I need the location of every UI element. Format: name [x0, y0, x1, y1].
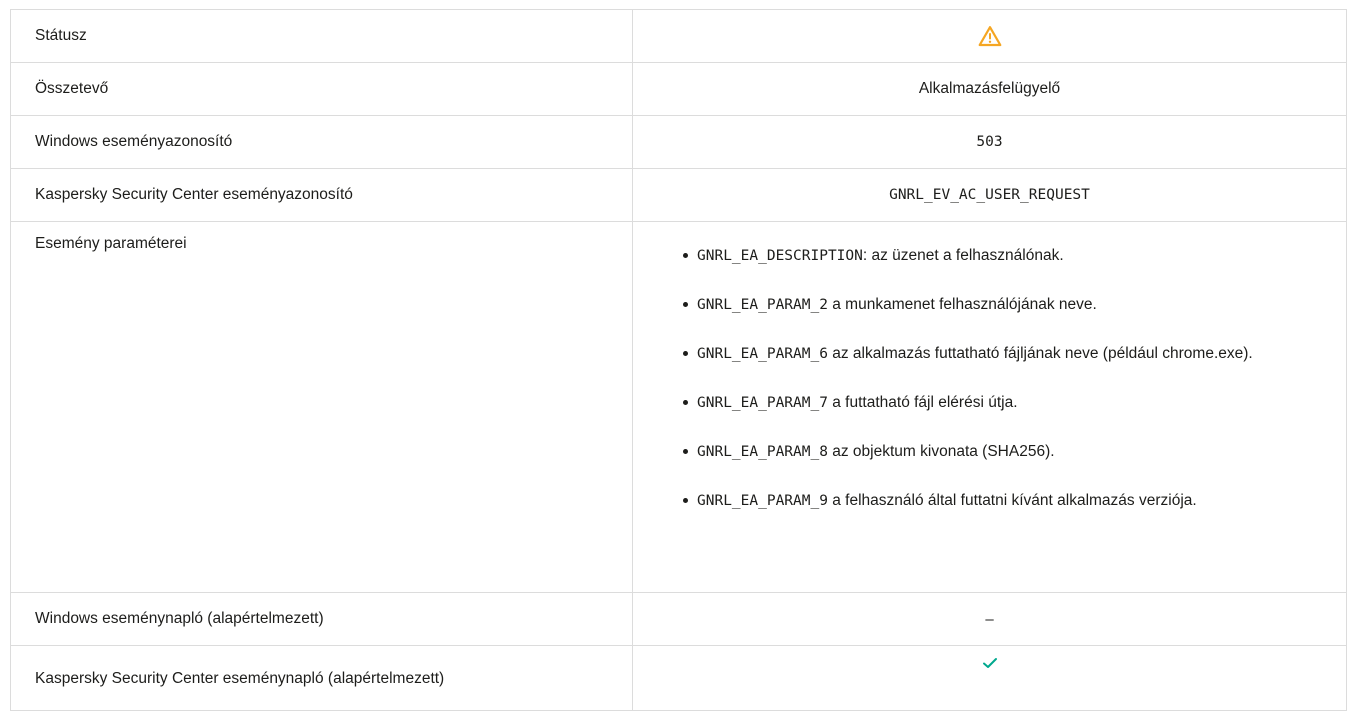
ksc-event-id-label: Kaspersky Security Center eseményazonosí… [10, 168, 633, 222]
list-item: GNRL_EA_PARAM_9 a felhasználó által futt… [633, 489, 1346, 513]
param-text: az alkalmazás futtatható fájljának neve … [827, 345, 1253, 362]
event-params-label: Esemény paraméterei [10, 221, 633, 593]
param-code: GNRL_EA_PARAM_8 [697, 444, 828, 460]
param-code: GNRL_EA_PARAM_6 [697, 346, 828, 362]
table-row-windows-log: Windows eseménynapló (alapértelmezett) – [10, 592, 1347, 646]
param-code: GNRL_EA_PARAM_9 [697, 493, 828, 509]
windows-log-label: Windows eseménynapló (alapértelmezett) [10, 592, 633, 646]
event-params-value: GNRL_EA_DESCRIPTION: az üzenet a felhasz… [632, 221, 1347, 593]
warning-icon [978, 25, 1002, 47]
component-value: Alkalmazásfelügyelő [632, 62, 1347, 116]
status-label: Státusz [10, 9, 633, 63]
ksc-log-label: Kaspersky Security Center eseménynapló (… [10, 645, 633, 711]
table-row-ksc-log: Kaspersky Security Center eseménynapló (… [10, 645, 1347, 711]
list-item: GNRL_EA_PARAM_8 az objektum kivonata (SH… [633, 440, 1346, 464]
event-params-list: GNRL_EA_DESCRIPTION: az üzenet a felhasz… [633, 222, 1346, 513]
windows-event-id-label: Windows eseményazonosító [10, 115, 633, 169]
param-code: GNRL_EA_PARAM_7 [697, 395, 828, 411]
list-item: GNRL_EA_PARAM_2 a munkamenet felhasználó… [633, 293, 1346, 317]
list-item: GNRL_EA_DESCRIPTION: az üzenet a felhasz… [633, 244, 1346, 268]
status-value [632, 9, 1347, 63]
param-code: GNRL_EA_PARAM_2 [697, 297, 828, 313]
list-item: GNRL_EA_PARAM_6 az alkalmazás futtatható… [633, 342, 1346, 366]
ksc-log-value [632, 645, 1347, 711]
table-row-component: Összetevő Alkalmazásfelügyelő [10, 62, 1347, 116]
param-text: a felhasználó által futtatni kívánt alka… [827, 492, 1197, 509]
table-row-ksc-event-id: Kaspersky Security Center eseményazonosí… [10, 168, 1347, 222]
list-item: GNRL_EA_PARAM_7 a futtatható fájl elérés… [633, 391, 1346, 415]
table-row-status: Státusz [10, 9, 1347, 63]
table-row-event-params: Esemény paraméterei GNRL_EA_DESCRIPTION:… [10, 221, 1347, 593]
param-text: a munkamenet felhasználójának neve. [827, 296, 1097, 313]
param-code: GNRL_EA_DESCRIPTION [697, 248, 863, 264]
windows-event-id-value: 503 [632, 115, 1347, 169]
param-text: a futtatható fájl elérési útja. [827, 394, 1018, 411]
param-text: az objektum kivonata (SHA256). [827, 443, 1055, 460]
table-row-windows-event-id: Windows eseményazonosító 503 [10, 115, 1347, 169]
check-icon [982, 656, 998, 670]
event-details-table: Státusz Összetevő Alkalmazásfelügyelő Wi… [10, 9, 1347, 711]
component-label: Összetevő [10, 62, 633, 116]
param-text: : az üzenet a felhasználónak. [862, 247, 1064, 264]
windows-log-value: – [632, 592, 1347, 646]
ksc-event-id-value: GNRL_EV_AC_USER_REQUEST [632, 168, 1347, 222]
